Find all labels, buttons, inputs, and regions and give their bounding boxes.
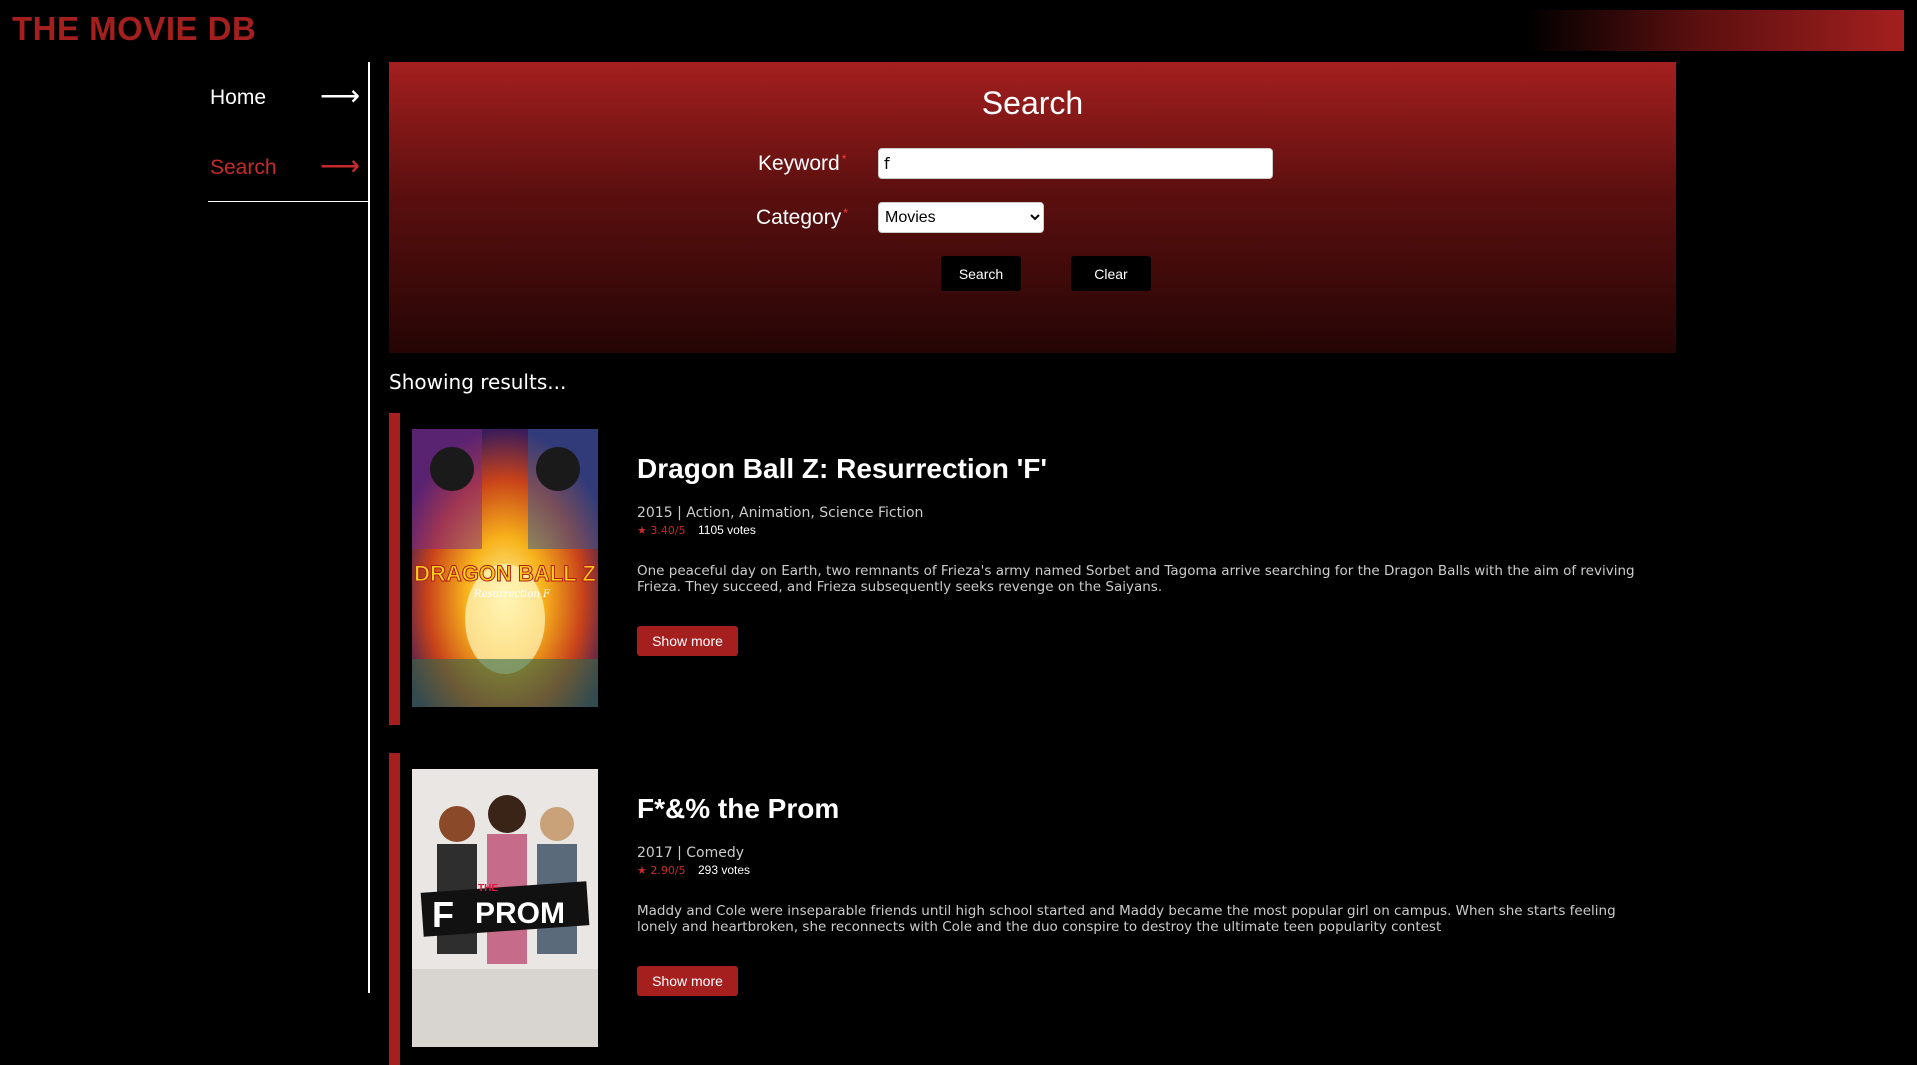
active-nav-underline	[208, 201, 370, 202]
site-logo[interactable]: THE MOVIE DB	[12, 10, 256, 48]
search-button[interactable]: Search	[941, 256, 1021, 291]
result-votes: 1105 votes	[698, 523, 756, 537]
card-accent-bar	[389, 753, 400, 1065]
required-marker: *	[841, 152, 847, 166]
results-heading: Showing results...	[389, 370, 567, 394]
search-panel: Search Keyword* Category* Movies Search …	[389, 62, 1676, 353]
movie-poster: DRAGON BALL Z Resurrection F	[412, 429, 598, 707]
arrow-right-icon: ⟶	[320, 80, 361, 111]
result-card: DRAGON BALL Z Resurrection F Dragon Ball…	[389, 413, 1676, 725]
result-card: F THE PROM F*&% the Prom 2017 | Comedy ★…	[389, 753, 1676, 1065]
header-gradient-bar	[1525, 10, 1904, 51]
poster-subtitle-text: THE	[478, 883, 498, 894]
result-meta: 2015 | Action, Animation, Science Fictio…	[637, 505, 924, 521]
keyword-label-text: Keyword	[758, 152, 840, 175]
search-panel-title: Search	[981, 85, 1084, 121]
poster-title-text: DRAGON BALL Z	[414, 561, 596, 586]
result-overview: Maddy and Cole were inseparable friends …	[637, 903, 1616, 935]
poster-title-text: PROM	[475, 897, 565, 930]
arrow-right-icon: ⟶	[320, 150, 361, 181]
show-more-button[interactable]: Show more	[637, 626, 738, 656]
sidebar-divider	[368, 62, 370, 993]
category-label-text: Category	[756, 206, 842, 229]
required-marker: *	[843, 206, 848, 220]
category-select[interactable]: Movies	[878, 202, 1044, 233]
result-rating: ★ 3.40/5	[637, 524, 686, 537]
sidebar-item-label: Home	[210, 86, 267, 109]
poster-art: DRAGON BALL Z Resurrection F	[412, 429, 598, 707]
result-meta: 2017 | Comedy	[637, 845, 745, 861]
poster-subtitle-text: Resurrection F	[473, 589, 551, 600]
result-title: Dragon Ball Z: Resurrection 'F'	[637, 453, 1048, 484]
result-title: F*&% the Prom	[637, 793, 840, 824]
card-accent-bar	[389, 413, 400, 725]
show-more-button[interactable]: Show more	[637, 966, 738, 996]
poster-art: F THE PROM	[412, 769, 598, 1047]
movie-poster: F THE PROM	[412, 769, 598, 1047]
keyword-input[interactable]	[878, 148, 1273, 179]
sidebar-item-label: Search	[210, 156, 277, 179]
result-rating: ★ 2.90/5	[637, 864, 686, 877]
result-overview: One peaceful day on Earth, two remnants …	[637, 563, 1635, 595]
result-votes: 293 votes	[698, 863, 751, 877]
keyword-label: Keyword *	[758, 152, 846, 176]
sidebar-item-home[interactable]: Home ⟶	[208, 62, 370, 124]
clear-button[interactable]: Clear	[1071, 256, 1151, 291]
poster-f-letter: F	[432, 894, 454, 935]
sidebar-item-search[interactable]: Search ⟶	[208, 132, 370, 194]
category-label: Category *	[756, 206, 848, 230]
